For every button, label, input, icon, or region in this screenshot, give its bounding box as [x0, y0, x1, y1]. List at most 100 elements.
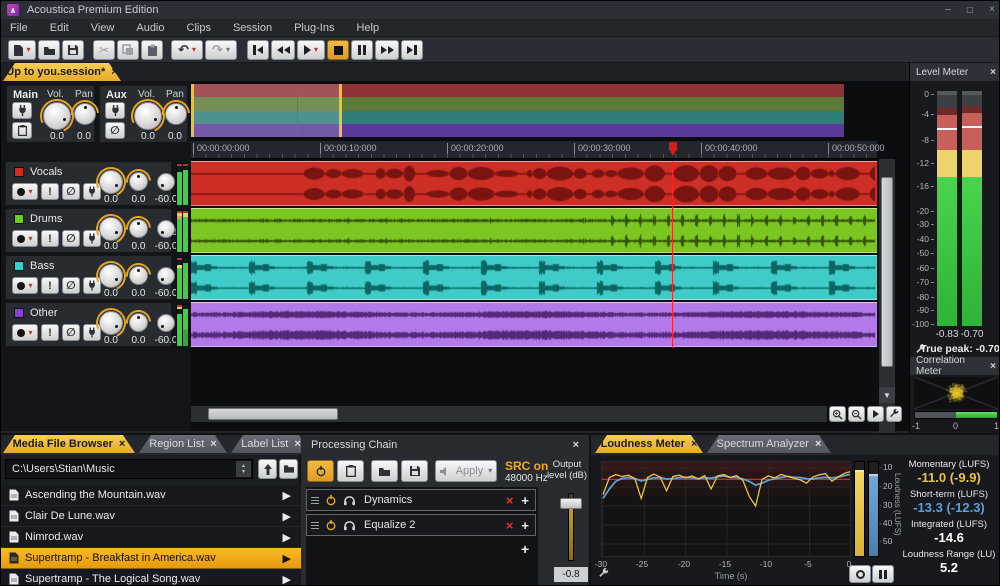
- save-button[interactable]: [62, 40, 84, 60]
- file-row[interactable]: Supertramp - The Logical Song.wav ▶: [1, 569, 301, 585]
- drag-handle-icon[interactable]: [311, 521, 319, 529]
- record-arm-button[interactable]: ▾: [12, 324, 38, 341]
- add-plugin-button[interactable]: +: [521, 541, 529, 557]
- zoom-in-button[interactable]: [829, 406, 846, 422]
- close-button[interactable]: ×: [985, 4, 999, 16]
- path-input[interactable]: C:\Users\Stian\Music ▲ ▼: [5, 459, 253, 479]
- main-pan-knob[interactable]: [74, 103, 96, 125]
- wrench-icon[interactable]: [597, 567, 610, 580]
- preview-play-button[interactable]: ▶: [283, 510, 291, 523]
- file-row[interactable]: Clair De Lune.wav ▶: [1, 506, 301, 527]
- path-dropdown-spinner[interactable]: ▲ ▼: [236, 461, 251, 477]
- send-knob[interactable]: [157, 267, 175, 285]
- menu-edit[interactable]: Edit: [50, 22, 69, 34]
- tab-spectrum-analyzer[interactable]: Spectrum Analyzer ×: [707, 435, 831, 453]
- pause-button[interactable]: [351, 40, 373, 60]
- zoom-out-button[interactable]: [848, 406, 865, 422]
- menu-plugins[interactable]: Plug-Ins: [294, 22, 334, 34]
- power-icon[interactable]: [325, 494, 337, 506]
- track-name[interactable]: Bass: [30, 260, 54, 272]
- tab-loudness-meter[interactable]: Loudness Meter ×: [595, 435, 703, 453]
- file-row[interactable]: Ascending the Mountain.wav ▶: [1, 485, 301, 506]
- tab-label-list[interactable]: Label List ×: [231, 435, 311, 453]
- track-row-drums[interactable]: Drums ▾ ! ∅ 0.0 0.0 -60.0: [5, 208, 177, 253]
- timeline-settings-button[interactable]: [886, 406, 902, 422]
- preview-play-button[interactable]: ▶: [283, 552, 291, 565]
- cut-button[interactable]: ✂: [93, 40, 115, 60]
- mute-button[interactable]: ∅: [62, 183, 80, 200]
- track-color-swatch[interactable]: [14, 214, 24, 224]
- go-to-start-button[interactable]: [247, 40, 269, 60]
- tab-region-list[interactable]: Region List ×: [139, 435, 227, 453]
- paste-button[interactable]: [141, 40, 163, 60]
- output-level-slider-thumb[interactable]: [560, 498, 582, 509]
- add-icon[interactable]: +: [521, 493, 529, 508]
- copy-button[interactable]: [117, 40, 139, 60]
- close-icon[interactable]: ×: [990, 67, 996, 78]
- playhead-marker[interactable]: [669, 142, 677, 156]
- file-row[interactable]: Nimrod.wav ▶: [1, 527, 301, 548]
- send-knob[interactable]: [157, 173, 175, 191]
- maximize-button[interactable]: ▢: [963, 4, 977, 16]
- tab-media-file-browser[interactable]: Media File Browser ×: [3, 435, 135, 453]
- track-row-vocals[interactable]: Vocals ▾ ! ∅ 0.0 0.0 -60.0: [5, 161, 177, 206]
- pan-knob[interactable]: [129, 266, 148, 285]
- mute-button[interactable]: ∅: [62, 324, 80, 341]
- clip-vocals[interactable]: [191, 161, 877, 206]
- apply-button[interactable]: Apply ▾: [435, 460, 497, 482]
- solo-button[interactable]: !: [41, 183, 59, 200]
- close-icon[interactable]: ×: [111, 66, 117, 78]
- scroll-down-button[interactable]: ▼: [879, 387, 895, 403]
- vertical-scroll-thumb[interactable]: [881, 177, 893, 367]
- drag-handle-icon[interactable]: [311, 496, 319, 504]
- chain-item-equalize[interactable]: Equalize 2 × +: [306, 514, 536, 536]
- record-arm-button[interactable]: ▾: [12, 277, 38, 294]
- main-effects-button[interactable]: [12, 102, 32, 119]
- send-knob[interactable]: [157, 314, 175, 332]
- close-icon[interactable]: ×: [119, 438, 125, 450]
- time-ruler[interactable]: 00:00:00:000 00:00:10:000 00:00:20:000 0…: [191, 141, 885, 159]
- remove-icon[interactable]: ×: [506, 493, 514, 508]
- chain-item-dynamics[interactable]: Dynamics × +: [306, 489, 536, 511]
- headphones-icon[interactable]: [343, 520, 356, 531]
- volume-knob[interactable]: [99, 217, 123, 241]
- mute-button[interactable]: ∅: [62, 277, 80, 294]
- aux-mute-button[interactable]: ∅: [105, 122, 125, 139]
- new-file-button[interactable]: ▾: [8, 40, 36, 60]
- solo-button[interactable]: !: [41, 324, 59, 341]
- aux-volume-knob[interactable]: [134, 102, 162, 130]
- browse-folder-button[interactable]: [279, 459, 298, 479]
- pause-meter-button[interactable]: [872, 565, 894, 583]
- close-icon[interactable]: ×: [294, 438, 300, 450]
- close-icon[interactable]: ×: [210, 438, 216, 450]
- track-name[interactable]: Vocals: [30, 166, 62, 178]
- reset-meter-button[interactable]: [849, 565, 871, 583]
- zoom-menu-button[interactable]: [867, 406, 884, 422]
- main-clipboard-button[interactable]: [12, 122, 32, 139]
- track-color-swatch[interactable]: [14, 261, 24, 271]
- folder-up-button[interactable]: [258, 459, 277, 479]
- menu-audio[interactable]: Audio: [136, 22, 164, 34]
- chain-save-button[interactable]: [401, 460, 428, 482]
- send-knob[interactable]: [157, 220, 175, 238]
- close-icon[interactable]: ×: [815, 438, 821, 450]
- menu-session[interactable]: Session: [233, 22, 272, 34]
- track-name[interactable]: Drums: [30, 213, 62, 225]
- track-color-swatch[interactable]: [14, 308, 24, 318]
- headphones-icon[interactable]: [343, 495, 356, 506]
- menu-clips[interactable]: Clips: [187, 22, 211, 34]
- track-name[interactable]: Other: [30, 307, 58, 319]
- add-icon[interactable]: +: [521, 518, 529, 533]
- undo-button[interactable]: ↶ ▾: [171, 40, 203, 60]
- minimize-button[interactable]: –: [941, 4, 955, 16]
- close-icon[interactable]: ×: [990, 361, 996, 372]
- menu-view[interactable]: View: [91, 22, 115, 34]
- track-row-other[interactable]: Other ▾ ! ∅ 0.0 0.0 -60.0: [5, 302, 177, 347]
- menu-help[interactable]: Help: [356, 22, 379, 34]
- clip-other[interactable]: [191, 302, 877, 347]
- mute-button[interactable]: ∅: [62, 230, 80, 247]
- session-overview[interactable]: [191, 84, 844, 137]
- track-row-bass[interactable]: Bass ▾ ! ∅ 0.0 0.0 -60.0: [5, 255, 177, 300]
- chain-power-button[interactable]: [307, 460, 334, 482]
- chain-open-button[interactable]: [371, 460, 398, 482]
